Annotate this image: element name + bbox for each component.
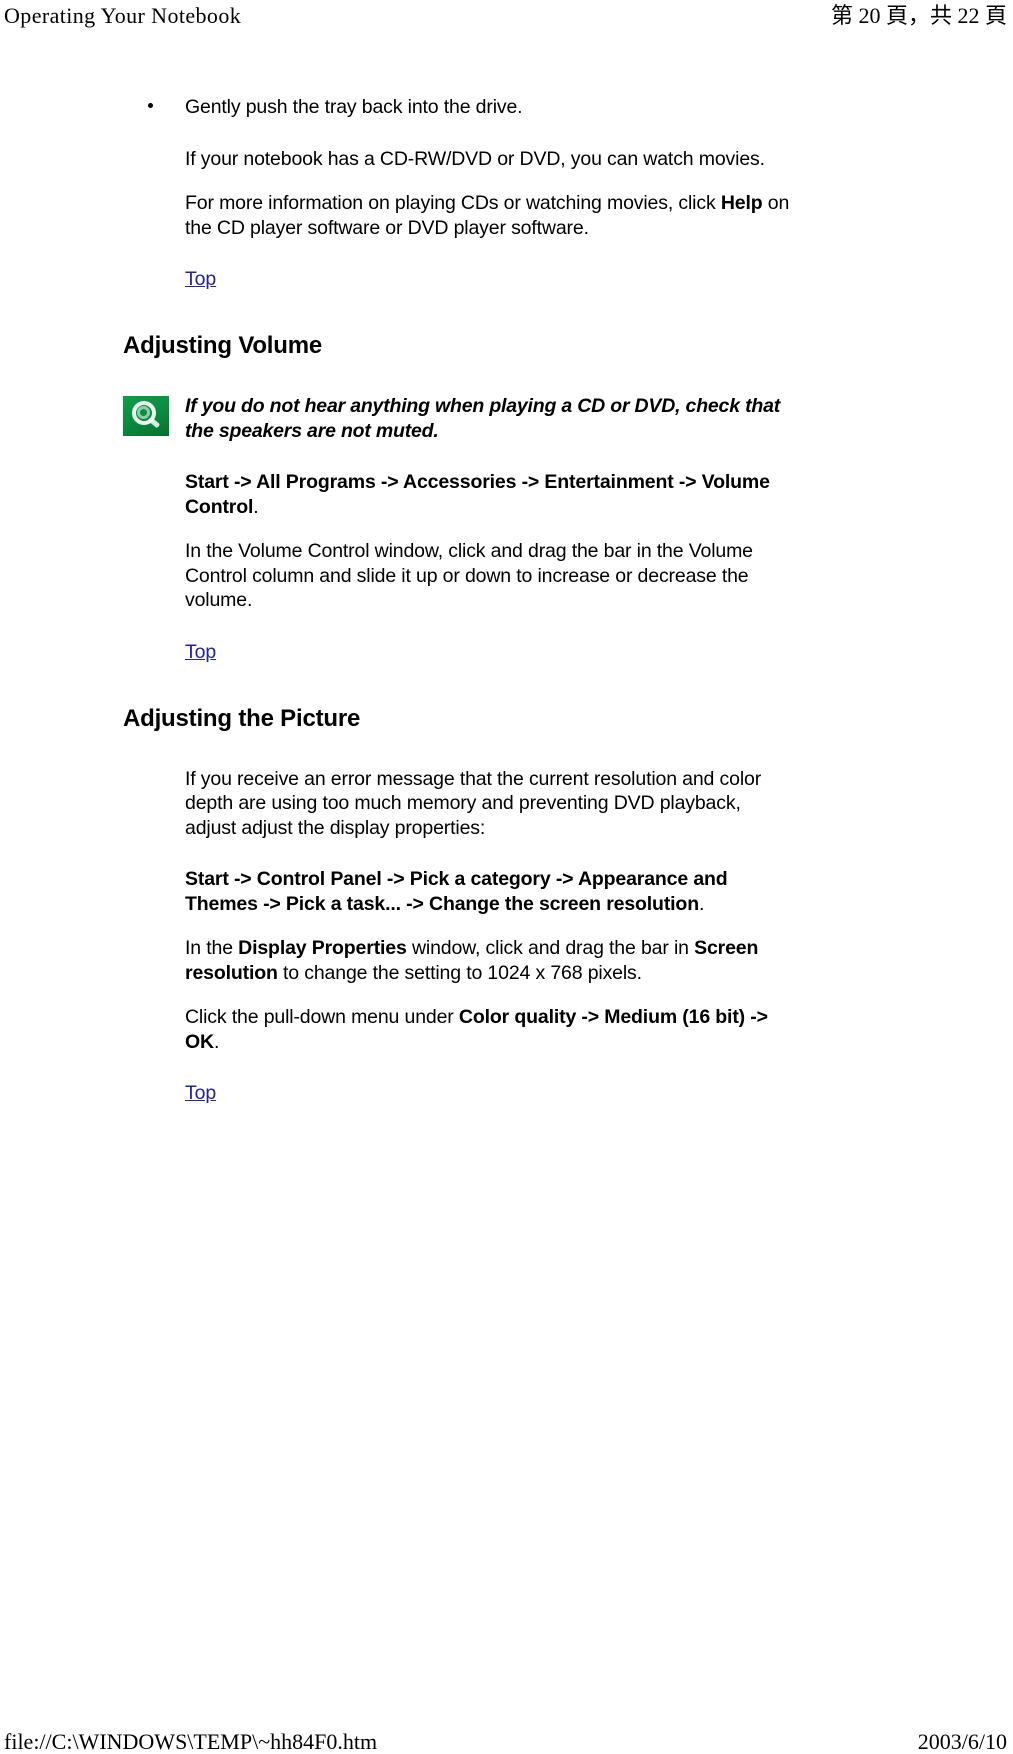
paragraph-color-post: .: [213, 1030, 220, 1053]
path-volume: Start -> All Programs -> Accessories -> …: [185, 470, 795, 519]
page-header: Operating Your Notebook 第 20 頁，共 22 頁: [0, 0, 1013, 34]
path-display: Start -> Control Panel -> Pick a categor…: [185, 867, 795, 916]
paragraph-display-pre: In the: [185, 937, 239, 959]
heading-volume-wrapper: Adjusting Volume: [123, 332, 1013, 360]
note-icon: [123, 396, 169, 436]
list-item-text: Gently push the tray back into the drive…: [185, 96, 523, 118]
bullet-icon: [148, 103, 153, 108]
top-link-3-wrapper: Top: [185, 1081, 795, 1105]
path-volume-period: .: [253, 495, 259, 518]
paragraph-volume-control-wrapper: In the Volume Control window, click and …: [185, 539, 795, 613]
paragraph-color-wrapper: Click the pull-down menu under Color qua…: [185, 1005, 795, 1054]
path-display-bold: Start -> Control Panel -> Pick a categor…: [185, 868, 728, 915]
paragraph-more-info: For more information on playing CDs or w…: [185, 191, 795, 240]
paragraph-color-quality: Click the pull-down menu under Color qua…: [185, 1005, 795, 1054]
note-icon-handle: [147, 416, 161, 429]
paragraph-display: In the Display Properties window, click …: [185, 936, 795, 985]
note-callout: If you do not hear anything when playing…: [123, 394, 805, 443]
paragraph-color-pre: Click the pull-down menu under: [185, 1006, 459, 1028]
path-display-wrapper: Start -> Control Panel -> Pick a categor…: [185, 867, 795, 916]
paragraph-movies: If your notebook has a CD-RW/DVD or DVD,…: [185, 147, 765, 170]
paragraph-display-wrapper: In the Display Properties window, click …: [185, 936, 795, 985]
footer-date: 2003/6/10: [917, 1729, 1007, 1754]
footer-file-path: file://C:\WINDOWS\TEMP\~hh84F0.htm: [4, 1729, 378, 1754]
paragraph-error: If you receive an error message that the…: [185, 767, 762, 839]
section-heading-adjusting-the-picture: Adjusting the Picture: [123, 704, 361, 732]
path-volume-wrapper: Start -> All Programs -> Accessories -> …: [185, 470, 795, 519]
top-link-2-wrapper: Top: [185, 640, 795, 664]
page-footer: file://C:\WINDOWS\TEMP\~hh84F0.htm 2003/…: [0, 1724, 1013, 1754]
top-link[interactable]: Top: [185, 268, 216, 290]
paragraph-more-info-wrapper: For more information on playing CDs or w…: [185, 191, 795, 240]
paragraph-display-mid: window, click and drag the bar in: [406, 937, 695, 959]
path-volume-bold: Start -> All Programs -> Accessories -> …: [185, 471, 770, 518]
paragraph-error-wrapper: If you receive an error message that the…: [185, 767, 795, 841]
list-item: Gently push the tray back into the drive…: [148, 95, 805, 120]
top-link[interactable]: Top: [185, 641, 216, 663]
top-link-1-wrapper: Top: [185, 267, 795, 291]
paragraph-more-info-bold: Help: [720, 192, 763, 214]
paragraph-more-info-pre: For more information on playing CDs or w…: [185, 192, 721, 214]
heading-picture-wrapper: Adjusting the Picture: [123, 705, 1013, 733]
header-document-title: Operating Your Notebook: [4, 3, 242, 28]
paragraph-volume-control: In the Volume Control window, click and …: [185, 540, 753, 611]
paragraph-display-post: to change the setting to 1024 x 768 pixe…: [277, 961, 642, 984]
note-text: If you do not hear anything when playing…: [185, 395, 781, 442]
header-page-indicator: 第 20 頁，共 22 頁: [830, 3, 1007, 28]
paragraph-display-bold-1: Display Properties: [238, 937, 407, 959]
note-icon-ring-inner: [137, 406, 150, 419]
document-content: Gently push the tray back into the drive…: [0, 95, 1013, 1105]
paragraph-movies-wrapper: If your notebook has a CD-RW/DVD or DVD,…: [185, 147, 795, 172]
section-heading-adjusting-volume: Adjusting Volume: [123, 332, 323, 359]
path-display-period: .: [698, 892, 705, 915]
top-link[interactable]: Top: [185, 1082, 216, 1104]
